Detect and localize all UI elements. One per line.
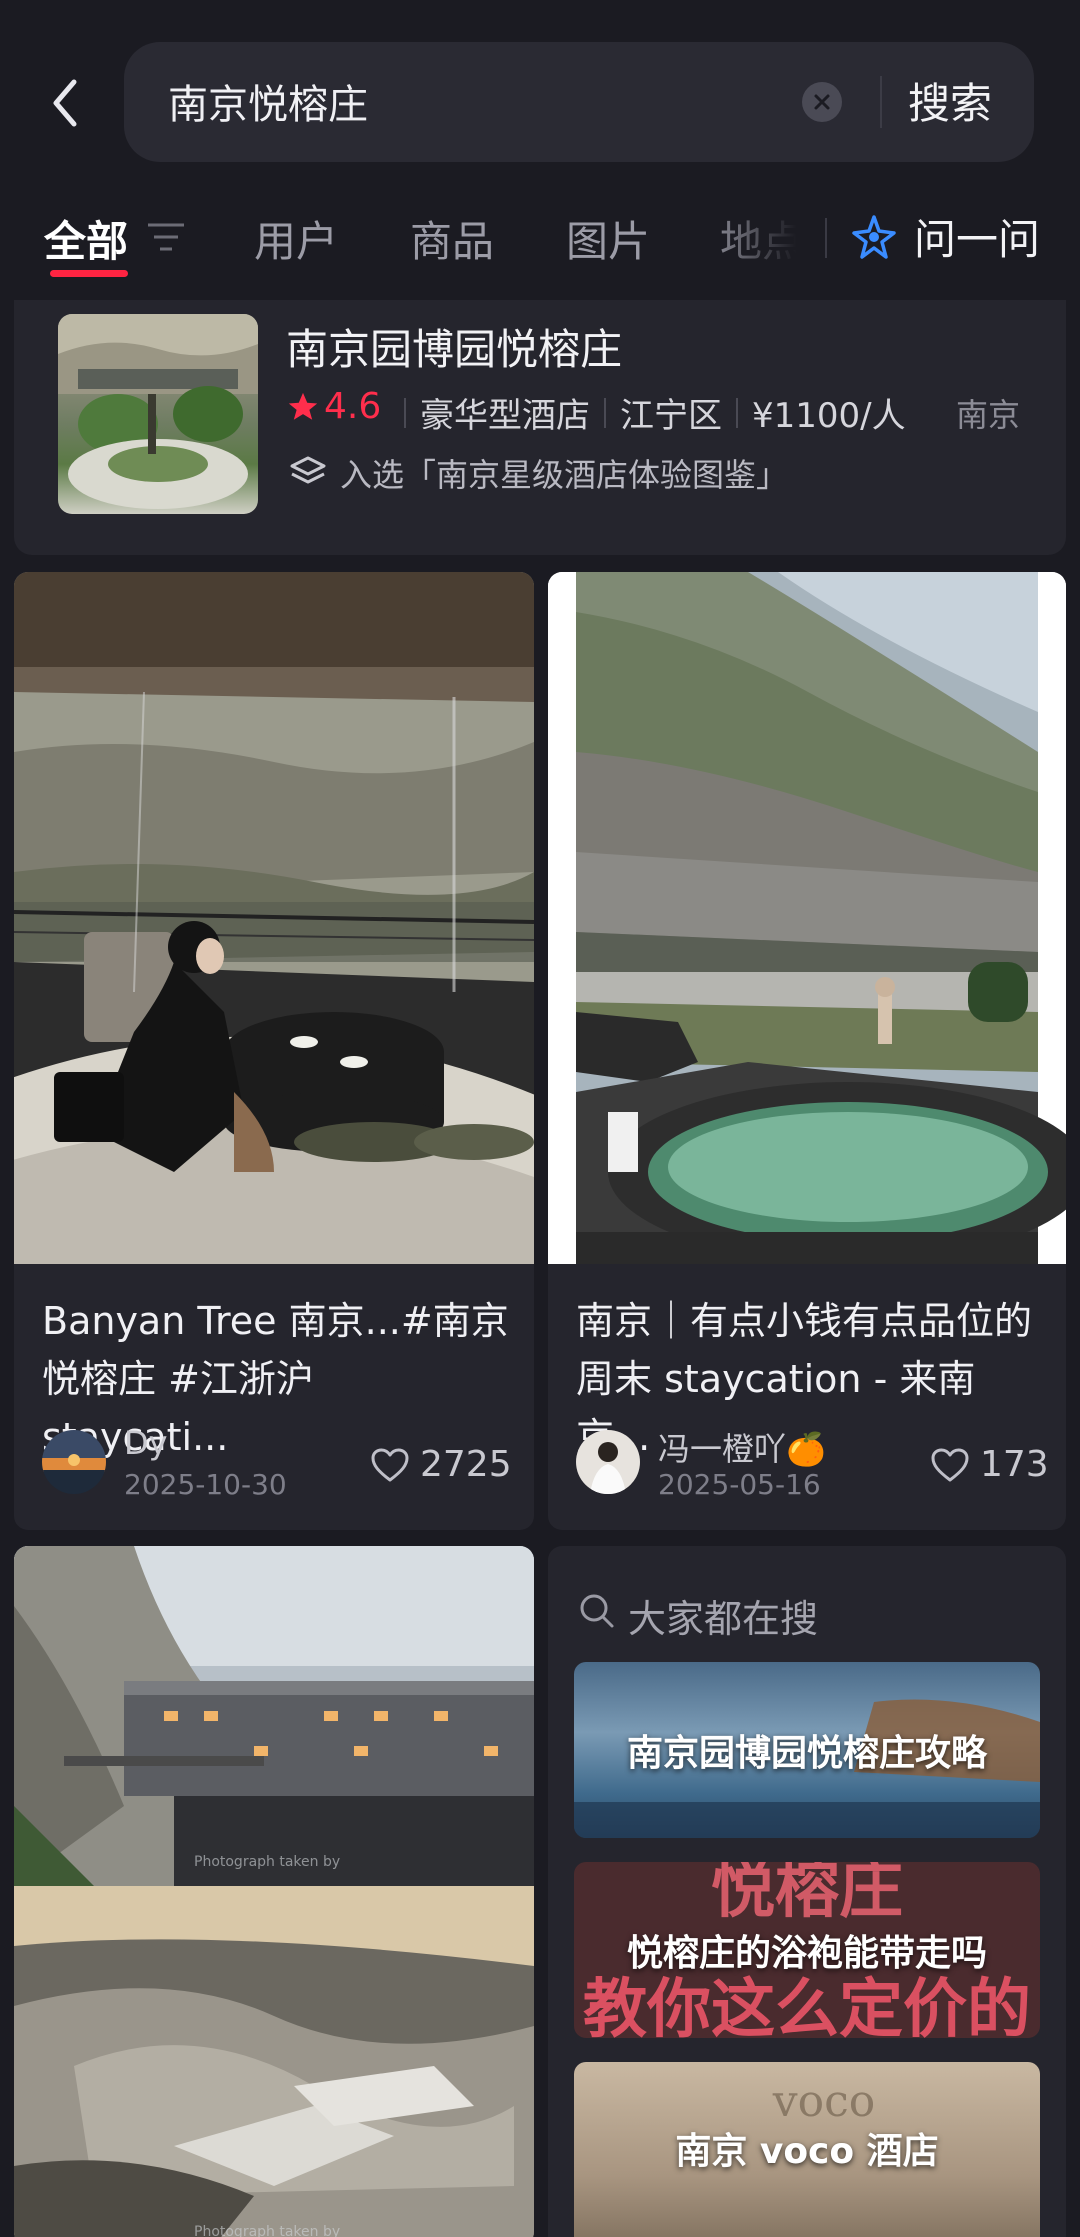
popular-search-label: 悦榕庄的浴袍能带走吗 bbox=[626, 1933, 987, 1974]
search-box[interactable]: 南京悦榕庄 搜索 bbox=[124, 42, 1034, 162]
note-author: 冯一橙吖🍊 bbox=[658, 1430, 826, 1468]
like-button[interactable]: 2725 bbox=[370, 1444, 512, 1485]
tab-users[interactable]: 用户 bbox=[254, 208, 338, 269]
heart-icon bbox=[371, 1448, 409, 1481]
hotel-type: 豪华型酒店 bbox=[420, 396, 590, 436]
popular-search-item[interactable]: voco 南京 voco 酒店 bbox=[574, 2062, 1040, 2237]
like-count: 173 bbox=[980, 1444, 1049, 1485]
note-card[interactable]: Banyan Tree 南京...#南京悦榕庄 #江浙沪 staycati...… bbox=[14, 572, 534, 1530]
note-author: Dy bbox=[124, 1424, 168, 1462]
layers-icon bbox=[290, 456, 326, 484]
back-button[interactable] bbox=[40, 68, 90, 138]
hotel-badge: 入选「南京星级酒店体验图鉴」 bbox=[340, 456, 789, 494]
sparkle-icon bbox=[852, 214, 896, 259]
popular-search-label: 南京 voco 酒店 bbox=[675, 2131, 939, 2172]
photo-credit: Photograph taken by bbox=[194, 1854, 340, 1870]
tab-divider bbox=[825, 218, 827, 258]
note-card[interactable]: 南京｜有点小钱有点品位的周末 staycation - 来南京... 冯一橙吖🍊… bbox=[548, 572, 1066, 1530]
tab-all[interactable]: 全部 bbox=[44, 208, 128, 269]
search-input[interactable]: 南京悦榕庄 bbox=[168, 72, 368, 130]
note-title: Banyan Tree 南京...#南京悦榕庄 #江浙沪 staycati... bbox=[42, 1299, 509, 1459]
hotel-card[interactable]: 南京园博园悦榕庄 4.6 豪华型酒店 江宁区 ¥1100/人 南京 入选「南京星… bbox=[14, 300, 1066, 555]
chevron-left-icon bbox=[53, 79, 77, 127]
avatar bbox=[42, 1430, 106, 1494]
clear-search-button[interactable] bbox=[802, 82, 842, 122]
tab-scroll-fade bbox=[700, 200, 820, 270]
avatar bbox=[576, 1430, 640, 1494]
heart-icon bbox=[931, 1448, 969, 1481]
note-cover-image bbox=[548, 572, 1066, 1264]
ask-button-label: 问一问 bbox=[914, 215, 1041, 264]
hotel-city: 南京 bbox=[956, 396, 1021, 434]
header: 南京悦榕庄 搜索 全部 用户 商品 图片 地点 问一问 bbox=[0, 0, 1080, 300]
popular-searches-title: 大家都在搜 bbox=[628, 1597, 819, 1641]
popular-search-label: 南京园博园悦榕庄攻略 bbox=[626, 1733, 987, 1774]
popular-search-item[interactable]: 南京园博园悦榕庄攻略 bbox=[574, 1662, 1040, 1838]
like-button[interactable]: 173 bbox=[930, 1444, 1049, 1485]
popular-search-item[interactable]: 悦榕庄 教你这么定价的 悦榕庄的浴袍能带走吗 bbox=[574, 1862, 1040, 2038]
star-icon bbox=[288, 392, 318, 420]
close-icon bbox=[814, 94, 830, 110]
hotel-meta: 豪华型酒店 江宁区 ¥1100/人 bbox=[404, 388, 906, 437]
overlay-text-top: 悦榕庄 bbox=[711, 1862, 903, 1927]
search-button[interactable]: 搜索 bbox=[908, 70, 992, 131]
hotel-district: 江宁区 bbox=[620, 396, 722, 436]
hotel-name: 南京园博园悦榕庄 bbox=[286, 325, 623, 374]
tab-images[interactable]: 图片 bbox=[566, 208, 650, 269]
hotel-price: ¥1100/人 bbox=[752, 396, 906, 436]
like-count: 2725 bbox=[420, 1444, 512, 1485]
tab-products[interactable]: 商品 bbox=[410, 208, 494, 269]
note-cover-image: Photograph taken by Photograph taken by bbox=[14, 1546, 534, 2237]
hotel-rating-value: 4.6 bbox=[324, 386, 382, 427]
active-tab-indicator bbox=[50, 270, 128, 277]
note-date: 2025-10-30 bbox=[124, 1468, 287, 1501]
search-icon bbox=[580, 1594, 614, 1628]
filter-icon[interactable] bbox=[146, 220, 186, 254]
hotel-rating: 4.6 bbox=[286, 386, 381, 427]
search-divider bbox=[880, 76, 882, 128]
note-card[interactable]: Photograph taken by Photograph taken by bbox=[14, 1546, 534, 2237]
popular-searches-card: 大家都在搜 南京园博园悦榕庄攻略 悦榕庄 教你这么定价的 悦榕庄的浴袍能带走吗 … bbox=[548, 1546, 1066, 2237]
overlay-sign: voco bbox=[772, 2076, 876, 2127]
photo-credit: Photograph taken by bbox=[194, 2224, 340, 2237]
note-date: 2025-05-16 bbox=[658, 1468, 821, 1501]
hotel-thumbnail bbox=[58, 314, 258, 514]
note-cover-image bbox=[14, 572, 534, 1264]
ask-button[interactable]: 问一问 bbox=[850, 206, 1040, 267]
